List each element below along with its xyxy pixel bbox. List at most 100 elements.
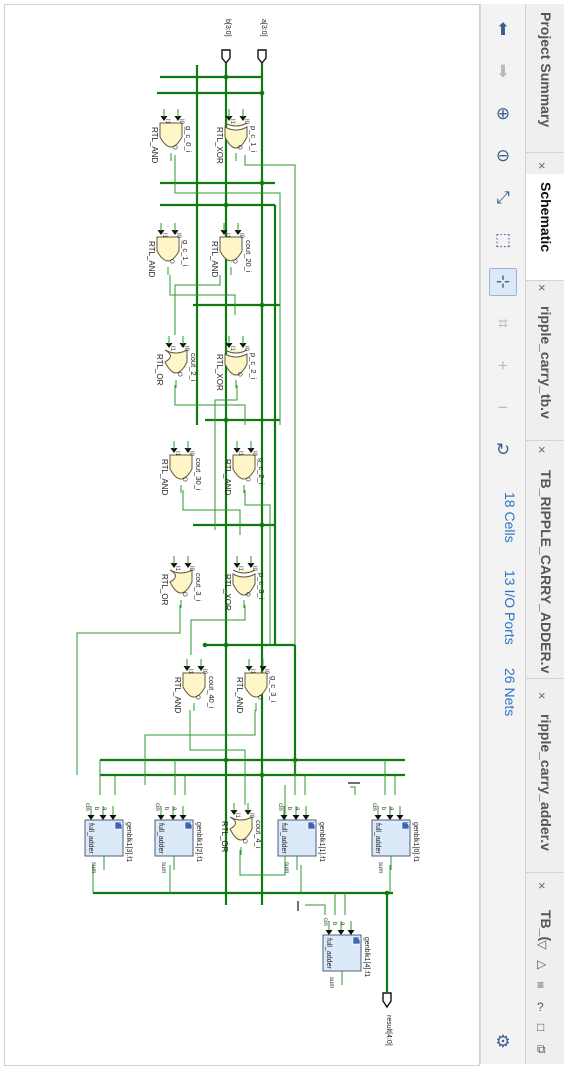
pin-i1-label: I1 — [229, 119, 235, 125]
pin-a-label: a — [388, 807, 394, 811]
pin-i0-label: I0 — [178, 119, 184, 125]
zoom-out-icon[interactable]: ⊖ — [489, 142, 517, 170]
pin-o-label: O — [236, 145, 242, 150]
pin-arrow — [99, 815, 107, 820]
expand-icon: + — [498, 356, 508, 375]
collapse-icon: − — [498, 398, 508, 417]
tab-schematic[interactable]: Schematic × — [526, 174, 564, 295]
block-cell-label: full_adder — [157, 823, 164, 854]
pin-cin-label: cin — [154, 803, 160, 811]
pin-i0-label: I0 — [188, 566, 194, 572]
pin-i0-label: I0 — [238, 233, 244, 239]
pin-sum-label: sum — [160, 862, 166, 874]
gate-g-c-3-i — [244, 672, 268, 698]
nets-count-link[interactable]: 26 Nets — [502, 668, 518, 716]
close-icon[interactable]: × — [538, 878, 546, 893]
pin-i1-label: I1 — [237, 451, 243, 457]
tab-project-summary[interactable]: Project Summary × — [526, 4, 564, 173]
pin-arrow — [87, 815, 95, 820]
net-wire — [189, 710, 246, 805]
pin-o-label: O — [181, 592, 187, 597]
zoom-fit-icon[interactable]: ⤢ — [489, 184, 517, 212]
pin-sum-label: sum — [377, 862, 383, 874]
pin-arrow — [109, 815, 117, 820]
settings-icon[interactable]: ⚙ — [489, 1028, 517, 1056]
pin-arrow — [169, 815, 177, 820]
block-instance-label: genblk1[1].f1 — [318, 822, 325, 863]
restore-icon[interactable]: □ — [537, 1020, 544, 1034]
pin-arrow — [374, 815, 382, 820]
pin-o-label: O — [241, 839, 247, 844]
block-cell-label: full_adder — [325, 938, 332, 969]
gate-instance-label: cout_20_i — [244, 240, 253, 273]
port-a-symbol — [257, 49, 267, 65]
tab-ripple-carry-tb[interactable]: ripple_carry_tb.v × — [526, 298, 564, 457]
gate-type-label: RTL_OR — [160, 574, 169, 606]
net-junction — [259, 302, 265, 308]
gate-cout-40-i — [182, 672, 206, 698]
select-mode-icon[interactable]: ⊹ — [489, 268, 517, 296]
pin-i1-label: I1 — [164, 119, 170, 125]
tab-label: Project Summary — [538, 12, 554, 128]
net-junction — [202, 642, 208, 648]
pin-o-label: O — [176, 372, 182, 377]
float-window-icon[interactable]: ⧉ — [537, 1042, 546, 1057]
net-wire — [76, 605, 181, 775]
gate-cout-20-i — [219, 236, 243, 262]
gate-instance-label: cout_2_i — [189, 353, 198, 382]
scroll-tabs-right-icon[interactable]: ▷ — [537, 957, 546, 971]
io-ports-count-link[interactable]: 13 I/O Ports — [502, 570, 518, 645]
net-wire — [350, 786, 356, 795]
previous-icon[interactable]: ⬆ — [489, 16, 517, 44]
block-instance-label: genblk1[3].f1 — [125, 822, 132, 863]
schematic-wires — [76, 49, 411, 1009]
gate-instance-label: cout_40_i — [207, 676, 216, 709]
close-icon[interactable]: × — [538, 442, 546, 457]
pin-arrow — [157, 815, 165, 820]
gate-cout-4-i — [229, 816, 253, 841]
pin-arrow — [337, 930, 345, 935]
zoom-in-icon[interactable]: ⊕ — [489, 100, 517, 128]
schematic-canvas[interactable]: b[3:0] a[3:0] result[4:0] RTL_AND g_c_0_i I1 I… — [4, 4, 480, 1066]
net-wire — [174, 155, 281, 425]
pin-arrow — [292, 815, 300, 820]
pin-i1-label: I1 — [229, 346, 235, 352]
help-icon[interactable]: ? — [537, 1000, 544, 1014]
gate-instance-label: g_c_1_i — [181, 240, 190, 267]
pin-o-label: O — [256, 695, 262, 700]
net-junction — [223, 642, 229, 648]
pin-o-label: O — [181, 477, 187, 482]
pin-i0-label: I0 — [188, 451, 194, 457]
close-icon[interactable]: × — [538, 688, 546, 703]
regenerate-icon[interactable]: ↻ — [489, 436, 517, 464]
tab-tb-ripple-carry-adder[interactable]: TB_RIPPLE_CARRY_ADDER.v × — [526, 462, 564, 703]
gate-type-label: RTL_AND — [150, 127, 159, 164]
tab-label: Schematic — [538, 182, 554, 253]
gate-instance-label: g_c_2_i — [257, 458, 266, 485]
port-b-symbol — [221, 49, 231, 65]
gate-type-label: RTL_OR — [220, 821, 229, 853]
cells-count-link[interactable]: 18 Cells — [502, 492, 518, 543]
expand-plus-glyph: + — [355, 937, 361, 941]
gate-g-c-1-i — [156, 236, 180, 262]
close-icon[interactable]: × — [538, 158, 546, 173]
gate-g-c-0-i — [159, 122, 183, 148]
scroll-tabs-left-icon[interactable]: ◁ — [537, 937, 546, 951]
pin-arrow — [179, 815, 187, 820]
gate-instance-label: p_c_1_i — [249, 126, 258, 153]
zoom-area-icon[interactable]: ⬚ — [489, 226, 517, 254]
expand-plus-glyph: + — [117, 822, 123, 826]
pin-i0-label: I0 — [243, 346, 249, 352]
pin-arrow — [280, 815, 288, 820]
close-icon[interactable]: × — [538, 280, 546, 295]
pin-i1-label: I1 — [234, 813, 240, 819]
pin-o-label: O — [244, 592, 250, 597]
gate-type-label: RTL_AND — [223, 459, 232, 496]
pin-o-label: O — [244, 477, 250, 482]
block-instance-label: genblk1[2].f1 — [195, 822, 202, 863]
tab-list-menu-icon[interactable]: ≡ — [537, 978, 544, 992]
tab-ripple-carry-adder[interactable]: ripple_carry_adder.v × — [526, 706, 564, 893]
pin-a-label: a — [339, 922, 345, 926]
block-instance-label: genblk1[4].f1 — [363, 937, 370, 978]
gate-instance-label: p_c_3_i — [257, 573, 266, 600]
